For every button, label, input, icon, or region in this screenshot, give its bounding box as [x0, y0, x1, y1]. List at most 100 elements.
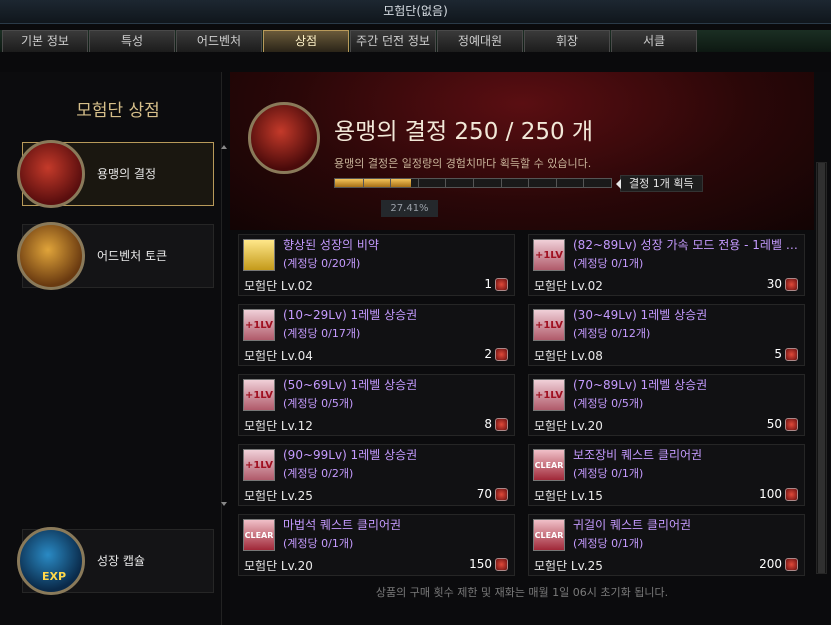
scroll-thumb[interactable]: [818, 163, 825, 573]
gauge-segment-divider: [555, 179, 557, 187]
sidebar-item-label: 용맹의 결정: [97, 167, 157, 181]
valor-crystal-icon: [785, 488, 798, 501]
item-name: 향상된 성장의 비약: [283, 238, 379, 252]
crystal-fist-icon: [248, 102, 320, 174]
shop-item-card[interactable]: +1LV (30~49Lv) 1레벨 상승권 (계정당 0/12개) 모험단 L…: [528, 304, 805, 366]
valor-crystal-icon: [785, 418, 798, 431]
item-price: 8: [484, 417, 492, 431]
potion-icon: [243, 239, 275, 271]
sidebar-item-valor-crystal[interactable]: 용맹의 결정: [17, 140, 214, 208]
item-grid: 향상된 성장의 비약 (계정당 0/20개) 모험단 Lv.02 1 +1LV …: [238, 234, 814, 576]
shop-item-card[interactable]: CLEAR 마법석 퀘스트 클리어권 (계정당 0/1개) 모험단 Lv.20 …: [238, 514, 515, 576]
tab-circle[interactable]: 서클: [611, 30, 697, 52]
sidebar-item-growth-capsule[interactable]: EXP 성장 캡슐: [17, 527, 214, 595]
item-required-level: 모험단 Lv.25: [244, 489, 313, 503]
gauge-segment-divider: [583, 179, 585, 187]
shop-item-card[interactable]: +1LV (90~99Lv) 1레벨 상승권 (계정당 0/2개) 모험단 Lv…: [238, 444, 515, 506]
shop-item-card[interactable]: CLEAR 보조장비 퀘스트 클리어권 (계정당 0/1개) 모험단 Lv.15…: [528, 444, 805, 506]
quest-clear-ticket-icon: CLEAR: [243, 519, 275, 551]
level-up-ticket-icon: +1LV: [533, 239, 565, 271]
item-limit: (계정당 0/1개): [573, 537, 644, 550]
item-limit: (계정당 0/1개): [573, 467, 644, 480]
tab-adventure[interactable]: 어드벤처: [176, 30, 262, 52]
experience-gauge: [334, 178, 612, 188]
gauge-label: 결정 1개 획득: [616, 175, 703, 192]
gauge-percent: 27.41%: [381, 200, 438, 217]
item-name: (30~49Lv) 1레벨 상승권: [573, 308, 708, 322]
valor-crystal-icon: [495, 418, 508, 431]
valor-crystal-icon: [495, 488, 508, 501]
item-required-level: 모험단 Lv.08: [534, 349, 603, 363]
item-name: (90~99Lv) 1레벨 상승권: [283, 448, 418, 462]
item-name: (70~89Lv) 1레벨 상승권: [573, 378, 708, 392]
tab-weekly-dungeon[interactable]: 주간 던전 정보: [350, 30, 436, 52]
gauge-segment-divider: [417, 179, 419, 187]
sidebar-scrollbar[interactable]: [220, 144, 228, 507]
item-price: 100: [759, 487, 782, 501]
item-limit: (계정당 0/1개): [283, 537, 354, 550]
valor-crystal-icon: [495, 278, 508, 291]
item-limit: (계정당 0/12개): [573, 327, 651, 340]
item-price: 30: [766, 277, 782, 291]
quest-clear-ticket-icon: CLEAR: [533, 519, 565, 551]
gauge-segment-divider: [390, 179, 392, 187]
item-price: 200: [759, 557, 782, 571]
item-name: 보조장비 퀘스트 클리어권: [573, 448, 703, 462]
gauge-segment-divider: [362, 179, 364, 187]
item-limit: (계정당 0/5개): [573, 397, 644, 410]
tab-bar: 기본 정보 특성 어드벤처 상점 주간 던전 정보 정예대원 휘장 서클: [0, 30, 831, 52]
shop-item-card[interactable]: +1LV (10~29Lv) 1레벨 상승권 (계정당 0/17개) 모험단 L…: [238, 304, 515, 366]
item-limit: (계정당 0/17개): [283, 327, 361, 340]
crystal-fist-icon: [17, 140, 85, 208]
level-up-ticket-icon: +1LV: [533, 309, 565, 341]
item-price: 5: [774, 347, 782, 361]
currency-banner: 용맹의 결정 250 / 250 개 용맹의 결정은 일정량의 경험치마다 획득…: [230, 72, 814, 230]
tab-emblem[interactable]: 휘장: [524, 30, 610, 52]
sidebar-item-label: 어드벤처 토큰: [97, 249, 168, 263]
item-name: 마법석 퀘스트 클리어권: [283, 518, 402, 532]
level-up-ticket-icon: +1LV: [243, 449, 275, 481]
item-required-level: 모험단 Lv.25: [534, 559, 603, 573]
shop-sidebar: 모험단 상점 용맹의 결정 어드벤처 토큰 EXP 성장 캡슐: [0, 72, 227, 625]
gauge-segment-divider: [500, 179, 502, 187]
valor-crystal-icon: [495, 558, 508, 571]
gauge-segment-divider: [445, 179, 447, 187]
valor-crystal-icon: [495, 348, 508, 361]
level-up-ticket-icon: +1LV: [533, 379, 565, 411]
shop-item-card[interactable]: +1LV (50~69Lv) 1레벨 상승권 (계정당 0/5개) 모험단 Lv…: [238, 374, 515, 436]
sidebar-item-adventure-token[interactable]: 어드벤처 토큰: [17, 222, 214, 290]
tab-shop[interactable]: 상점: [263, 30, 349, 52]
tab-traits[interactable]: 특성: [89, 30, 175, 52]
item-name: 귀걸이 퀘스트 클리어권: [573, 518, 692, 532]
gauge-fill: [335, 179, 411, 187]
item-required-level: 모험단 Lv.15: [534, 489, 603, 503]
item-required-level: 모험단 Lv.02: [534, 279, 603, 293]
treasure-chest-icon: [17, 222, 85, 290]
tab-basic-info[interactable]: 기본 정보: [2, 30, 88, 52]
shop-item-card[interactable]: +1LV (70~89Lv) 1레벨 상승권 (계정당 0/5개) 모험단 Lv…: [528, 374, 805, 436]
gauge-segment-divider: [473, 179, 474, 187]
sidebar-title: 모험단 상점: [76, 101, 160, 121]
item-required-level: 모험단 Lv.12: [244, 419, 313, 433]
currency-count: 용맹의 결정 250 / 250 개: [334, 119, 594, 145]
quest-clear-ticket-icon: CLEAR: [533, 449, 565, 481]
tab-elite-members[interactable]: 정예대원: [437, 30, 523, 52]
level-up-ticket-icon: +1LV: [243, 379, 275, 411]
reset-notice: 상품의 구매 횟수 제한 및 재화는 매월 1일 06시 초기화 됩니다.: [375, 586, 669, 599]
item-limit: (계정당 0/1개): [573, 257, 644, 270]
shop-main: 용맹의 결정 250 / 250 개 용맹의 결정은 일정량의 경험치마다 획득…: [230, 72, 831, 625]
valor-crystal-icon: [785, 348, 798, 361]
item-limit: (계정당 0/2개): [283, 467, 354, 480]
item-price: 1: [484, 277, 492, 291]
item-price: 150: [469, 557, 492, 571]
shop-item-card[interactable]: 향상된 성장의 비약 (계정당 0/20개) 모험단 Lv.02 1: [238, 234, 515, 296]
item-scrollbar[interactable]: [816, 162, 827, 574]
shop-item-card[interactable]: +1LV (82~89Lv) 성장 가속 모드 전용 - 1레벨 상... (계…: [528, 234, 805, 296]
item-limit: (계정당 0/5개): [283, 397, 354, 410]
level-up-ticket-icon: +1LV: [243, 309, 275, 341]
exp-label: EXP: [42, 570, 67, 583]
sidebar-item-label: 성장 캡슐: [97, 554, 145, 568]
item-name: (82~89Lv) 성장 가속 모드 전용 - 1레벨 상...: [573, 238, 801, 252]
shop-item-card[interactable]: CLEAR 귀걸이 퀘스트 클리어권 (계정당 0/1개) 모험단 Lv.25 …: [528, 514, 805, 576]
item-price: 70: [476, 487, 492, 501]
